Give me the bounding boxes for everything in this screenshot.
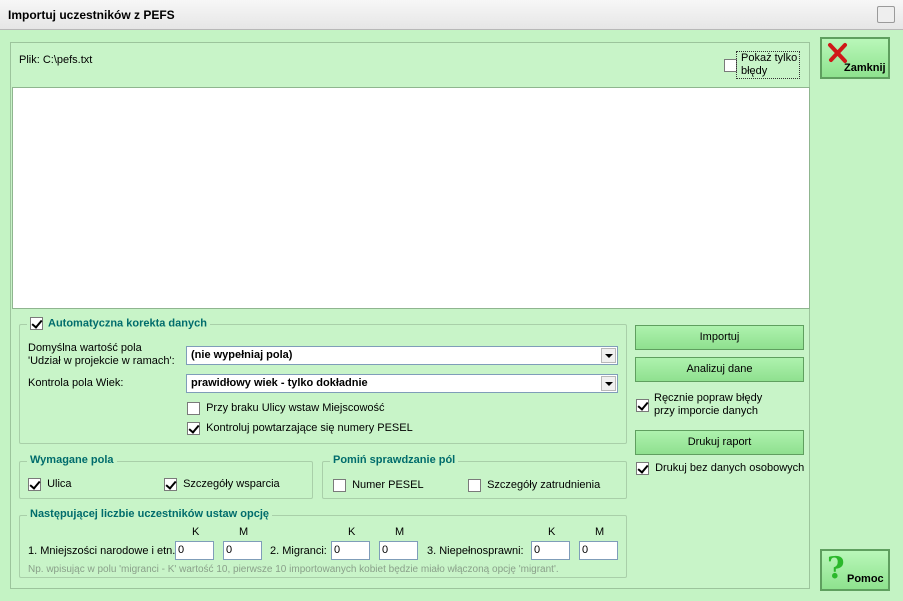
skip-employment-option[interactable]: Szczegóły zatrudnienia bbox=[468, 479, 600, 492]
disabled-m-input[interactable]: 0 bbox=[579, 541, 618, 560]
required-fields-legend: Wymagane pola bbox=[27, 454, 117, 466]
pesel-duplicates-label: Kontroluj powtarzające się numery PESEL bbox=[206, 422, 413, 435]
required-support-checkbox[interactable] bbox=[164, 478, 177, 491]
pesel-duplicates-option[interactable]: Kontroluj powtarzające się numery PESEL bbox=[187, 422, 413, 435]
disabled-label: 3. Niepełnosprawni: bbox=[427, 545, 524, 557]
import-log-area[interactable] bbox=[12, 87, 810, 309]
minorities-m-input[interactable]: 0 bbox=[223, 541, 262, 560]
participants-legend: Następującej liczbie uczestników ustaw o… bbox=[27, 508, 273, 520]
skip-pesel-option[interactable]: Numer PESEL bbox=[333, 479, 424, 492]
migrants-label: 2. Migranci: bbox=[270, 545, 327, 557]
analyze-button[interactable]: Analizuj dane bbox=[635, 357, 804, 382]
manual-fix-label: Ręcznie popraw błędy przy imporcie danych bbox=[654, 392, 763, 417]
close-icon bbox=[828, 43, 847, 63]
minorities-k-input[interactable]: 0 bbox=[175, 541, 214, 560]
participants-hint: Np. wpisując w polu 'migranci - K' warto… bbox=[28, 564, 559, 575]
help-button-label: Pomoc bbox=[847, 573, 884, 585]
street-fallback-option[interactable]: Przy braku Ulicy wstaw Miejscowość bbox=[187, 402, 385, 415]
title-bar: Importuj uczestników z PEFS bbox=[0, 0, 903, 30]
age-control-select[interactable]: prawidłowy wiek - tylko dokładnie bbox=[186, 374, 618, 393]
close-button-label: Zamknij bbox=[844, 62, 886, 74]
chevron-down-icon[interactable] bbox=[601, 348, 616, 363]
show-errors-label: Pokaż tylko błędy bbox=[741, 52, 798, 77]
chevron-down-icon[interactable] bbox=[601, 376, 616, 391]
skip-employment-label: Szczegóły zatrudnienia bbox=[487, 479, 601, 492]
print-no-personal-checkbox[interactable] bbox=[636, 462, 649, 475]
street-fallback-checkbox[interactable] bbox=[187, 402, 200, 415]
import-window: Importuj uczestników z PEFS Plik: C:\pef… bbox=[0, 0, 903, 601]
minorities-k-header: K bbox=[192, 526, 200, 538]
window-title: Importuj uczestników z PEFS bbox=[8, 8, 175, 22]
window-close-button[interactable] bbox=[877, 6, 895, 23]
migrants-m-header: M bbox=[395, 526, 405, 538]
file-path-label: Plik: C:\pefs.txt bbox=[19, 54, 93, 66]
help-button[interactable]: ? Pomoc bbox=[820, 549, 890, 591]
age-control-label: Kontrola pola Wiek: bbox=[28, 377, 124, 389]
disabled-m-header: M bbox=[595, 526, 605, 538]
required-support-option[interactable]: Szczegóły wsparcia bbox=[164, 478, 280, 491]
manual-fix-checkbox[interactable] bbox=[636, 399, 649, 412]
default-field-select[interactable]: (nie wypełniaj pola) bbox=[186, 346, 618, 365]
disabled-k-input[interactable]: 0 bbox=[531, 541, 570, 560]
migrants-k-header: K bbox=[348, 526, 356, 538]
skip-pesel-label: Numer PESEL bbox=[352, 479, 424, 492]
required-street-label: Ulica bbox=[47, 478, 72, 491]
pesel-duplicates-checkbox[interactable] bbox=[187, 422, 200, 435]
minorities-m-header: M bbox=[239, 526, 249, 538]
required-support-label: Szczegóły wsparcia bbox=[183, 478, 280, 491]
show-errors-option[interactable]: Pokaż tylko błędy bbox=[722, 51, 800, 81]
auto-correct-checkbox[interactable] bbox=[30, 317, 43, 330]
required-street-checkbox[interactable] bbox=[28, 478, 41, 491]
required-street-option[interactable]: Ulica bbox=[28, 478, 72, 491]
skip-pesel-checkbox[interactable] bbox=[333, 479, 346, 492]
close-button[interactable]: Zamknij bbox=[820, 37, 890, 79]
print-no-personal-label: Drukuj bez danych osobowych bbox=[655, 462, 805, 475]
disabled-k-header: K bbox=[548, 526, 556, 538]
default-field-label: Domyślna wartość pola 'Udział w projekcie… bbox=[28, 342, 175, 367]
migrants-m-input[interactable]: 0 bbox=[379, 541, 418, 560]
print-no-personal-option[interactable]: Drukuj bez danych osobowych bbox=[636, 462, 804, 475]
auto-correct-legend[interactable]: Automatyczna korekta danych bbox=[27, 317, 210, 330]
print-report-button[interactable]: Drukuj raport bbox=[635, 430, 804, 455]
migrants-k-input[interactable]: 0 bbox=[331, 541, 370, 560]
import-button[interactable]: Importuj bbox=[635, 325, 804, 350]
help-icon: ? bbox=[827, 551, 845, 586]
minorities-label: 1. Mniejszości narodowe i etn.: bbox=[28, 545, 179, 557]
skip-checks-legend: Pomiń sprawdzanie pól bbox=[330, 454, 459, 466]
street-fallback-label: Przy braku Ulicy wstaw Miejscowość bbox=[206, 402, 385, 415]
skip-employment-checkbox[interactable] bbox=[468, 479, 481, 492]
